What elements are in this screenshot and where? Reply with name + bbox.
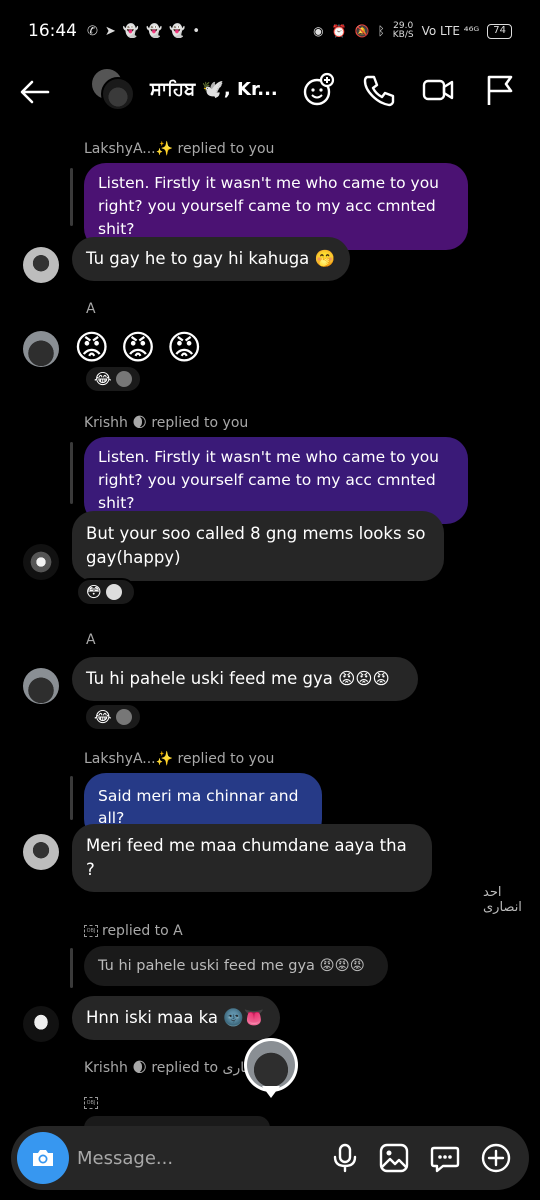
avatar-pointer	[262, 1086, 280, 1098]
report-flag-icon[interactable]	[482, 72, 518, 108]
reaction-pill[interactable]: 😳	[76, 578, 136, 606]
message-composer	[11, 1126, 529, 1190]
reactor-avatar	[115, 709, 132, 725]
sticker-chat-icon[interactable]	[429, 1142, 461, 1174]
chat-title[interactable]: ਸਾਹਿਬ 🕊️, Kr...	[150, 79, 278, 100]
microphone-icon[interactable]	[329, 1142, 361, 1174]
bluetooth-icon: ᛒ	[377, 24, 385, 38]
gallery-icon[interactable]	[378, 1142, 410, 1174]
emoji-message[interactable]: 😡 😡 😡	[74, 328, 202, 368]
reply-label: Krishh 🌒 replied to you	[84, 415, 249, 431]
status-right: ◉ ⏰ 🔕 ᛒ 29.0 KB/S Vo LTE ⁴⁶ᴳ 74	[313, 22, 512, 40]
reaction-pill[interactable]: 😂	[84, 365, 142, 393]
group-avatar[interactable]	[92, 69, 135, 111]
alarm-icon: ⏰	[331, 24, 347, 38]
reply-label: Krishh 🌒 replied to ضاری	[84, 1060, 257, 1076]
signal-icon: Vo LTE ⁴⁶ᴳ	[421, 24, 480, 38]
unknown-glyph-icon: OBJ	[84, 925, 98, 937]
notification-icons: ✆ ➤ 👻 👻 👻 •	[87, 24, 200, 39]
message-input[interactable]	[77, 1140, 317, 1176]
message-bubble[interactable]: Meri feed me maa chumdane aaya tha ?	[72, 824, 432, 892]
reply-line	[70, 776, 73, 820]
snapchat-icon: 👻	[169, 23, 186, 39]
reaction-emoji: 😂	[94, 708, 112, 726]
seen-by-name: احد انصاری	[483, 885, 522, 915]
camera-button[interactable]	[17, 1132, 69, 1184]
sender-name: A	[86, 632, 96, 648]
reply-label: LakshyA...✨ replied to you	[84, 751, 275, 767]
message-bubble[interactable]: But your soo called 8 gng mems looks so …	[72, 511, 444, 581]
voice-call-icon[interactable]	[360, 72, 396, 108]
reply-line	[70, 442, 73, 504]
status-time: 16:44	[28, 21, 77, 41]
message-bubble[interactable]: Tu hi pahele uski feed me gya 😡😡😡	[72, 657, 418, 701]
reaction-emoji: 😳	[86, 583, 102, 601]
message-bubble[interactable]: Tu gay he to gay hi kahuga 🤭	[72, 237, 350, 281]
reply-label: LakshyA...✨ replied to you	[84, 141, 275, 157]
reactor-avatar	[105, 584, 122, 600]
reply-line	[70, 168, 73, 226]
avatar[interactable]	[23, 1006, 59, 1042]
quoted-message-bubble[interactable]: Tu hi pahele uski feed me gya 😡😡😡	[84, 946, 388, 986]
more-notifications-dot: •	[192, 23, 201, 39]
mute-icon: 🔕	[354, 24, 370, 38]
reaction-emoji: 😂	[94, 370, 112, 388]
back-arrow-icon[interactable]	[18, 75, 52, 109]
net-speed: 29.0 KB/S	[392, 21, 414, 40]
avatar[interactable]	[23, 668, 59, 704]
chat-header: ਸਾਹਿਬ 🕊️, Kr...	[0, 62, 540, 122]
whatsapp-icon: ✆	[87, 23, 98, 39]
snapchat-icon: 👻	[146, 23, 163, 39]
video-call-icon[interactable]	[420, 72, 456, 108]
snapchat-icon: 👻	[122, 23, 139, 39]
unknown-glyph-icon: OBJ	[84, 1097, 98, 1109]
status-bar: 16:44 ✆ ➤ 👻 👻 👻 • ◉ ⏰ 🔕 ᛒ 29.0 KB/S Vo LT…	[0, 0, 540, 62]
add-plus-icon[interactable]	[480, 1142, 512, 1174]
avatar[interactable]	[23, 331, 59, 367]
message-bubble[interactable]: Hnn iski maa ka 🌚👅	[72, 996, 280, 1040]
sticker-effects-icon[interactable]	[300, 72, 336, 108]
sender-name: A	[86, 301, 96, 317]
reply-label: replied to A	[102, 923, 183, 939]
avatar[interactable]	[23, 544, 59, 580]
avatar[interactable]	[23, 247, 59, 283]
typing-user-avatar[interactable]	[244, 1038, 298, 1092]
reactor-avatar	[115, 371, 132, 387]
telegram-icon: ➤	[104, 23, 116, 39]
battery-icon: 74	[487, 23, 512, 39]
reaction-pill[interactable]: 😂	[84, 703, 142, 731]
reply-line	[70, 948, 73, 988]
avatar[interactable]	[23, 834, 59, 870]
screen-record-icon: ◉	[313, 24, 324, 38]
camera-icon	[33, 1150, 53, 1166]
